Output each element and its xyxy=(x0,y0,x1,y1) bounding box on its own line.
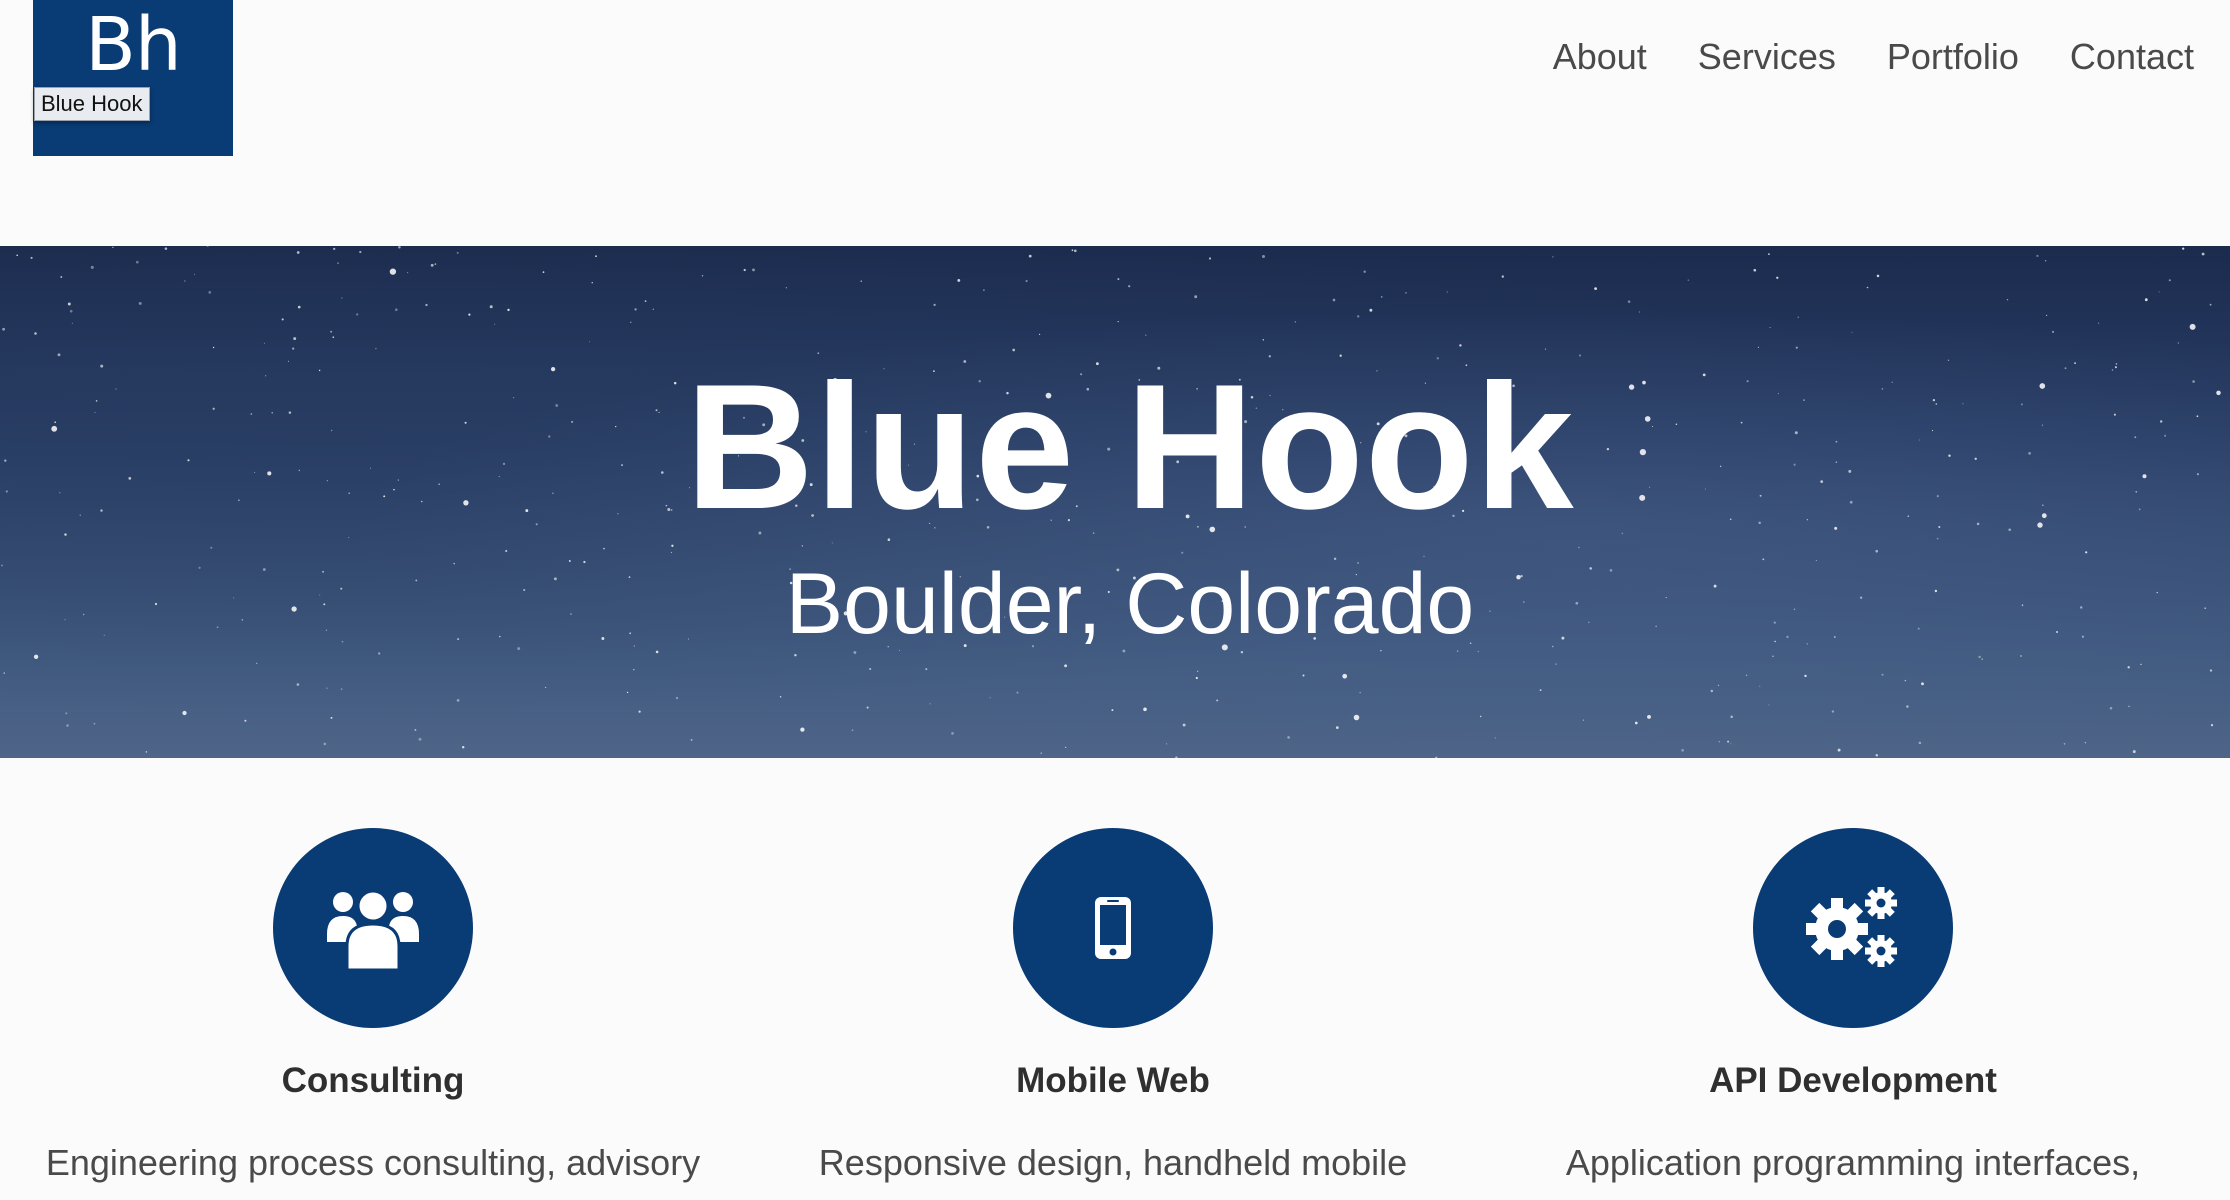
service-title: API Development xyxy=(1709,1061,1997,1100)
service-description: Engineering process consulting, advisory xyxy=(45,1141,701,1183)
logo-mark: Bh xyxy=(85,2,182,88)
service-description: Responsive design, handheld mobile xyxy=(818,1141,1408,1183)
hero-title: Blue Hook xyxy=(685,347,1575,546)
service-icon-circle xyxy=(1013,828,1213,1028)
hero-subtitle: Boulder, Colorado xyxy=(785,556,1475,652)
nav-services-link[interactable]: Services xyxy=(1698,32,1836,82)
service-mobile-web: Mobile Web Responsive design, handheld m… xyxy=(773,828,1453,1186)
mobile-phone-icon xyxy=(1095,897,1131,959)
hero-banner: Blue Hook Boulder, Colorado xyxy=(0,246,2230,758)
service-api-development: API Development Application programming … xyxy=(1513,828,2193,1186)
service-title: Consulting xyxy=(281,1061,465,1100)
service-title: Mobile Web xyxy=(1016,1061,1210,1100)
gears-icon xyxy=(1806,887,1897,967)
users-icon xyxy=(327,889,419,972)
site-header: Bh Blue Hook About Services Portfolio Co… xyxy=(0,0,2230,246)
nav-contact-link[interactable]: Contact xyxy=(2070,32,2194,82)
service-icon-circle xyxy=(273,828,473,1028)
logo-tooltip: Blue Hook xyxy=(34,87,150,121)
service-icon-circle xyxy=(1753,828,1953,1028)
nav-about-link[interactable]: About xyxy=(1553,32,1647,82)
service-description: Application programming interfaces, xyxy=(1565,1141,2141,1183)
logo[interactable]: Bh Blue Hook xyxy=(33,0,233,156)
nav-portfolio-link[interactable]: Portfolio xyxy=(1887,32,2019,82)
main-nav: About Services Portfolio Contact xyxy=(1502,32,2194,82)
service-consulting: Consulting Engineering process consultin… xyxy=(33,828,713,1186)
